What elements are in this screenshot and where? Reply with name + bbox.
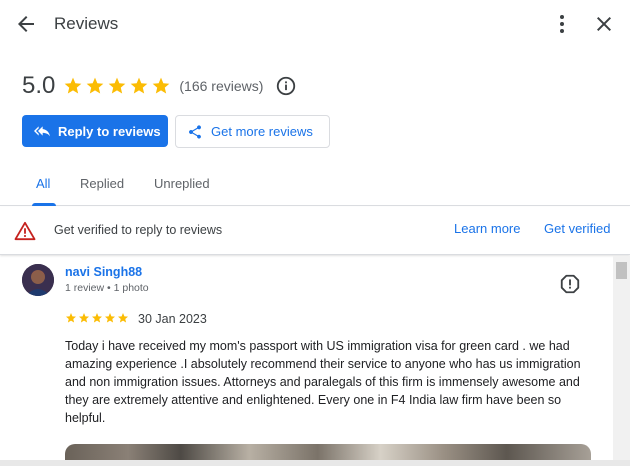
verification-banner: Get verified to reply to reviews Learn m… (0, 207, 630, 255)
reply-to-reviews-button[interactable]: Reply to reviews (22, 115, 168, 147)
star-icon (109, 77, 126, 94)
review-card: navi Singh88 1 review • 1 photo 30 Jan 2… (0, 256, 612, 466)
review-stars (65, 312, 129, 324)
reply-all-icon (34, 126, 50, 137)
get-more-reviews-button[interactable]: Get more reviews (175, 115, 330, 148)
close-icon (597, 17, 611, 31)
more-options-button[interactable] (550, 12, 574, 36)
reviewer-meta: 1 review • 1 photo (65, 282, 149, 294)
scrollbar-track[interactable] (613, 256, 630, 466)
dialog-header: Reviews (0, 0, 630, 50)
bottom-edge (0, 460, 630, 466)
share-icon (189, 124, 201, 139)
close-button[interactable] (592, 12, 616, 36)
tab-all[interactable]: All (36, 176, 50, 191)
avatar[interactable] (22, 264, 54, 296)
star-icon (79, 313, 89, 323)
report-review-button[interactable] (559, 273, 581, 295)
star-icon (131, 77, 148, 94)
rating-stars (63, 76, 171, 96)
scrollbar-thumb[interactable] (616, 262, 627, 279)
star-icon (66, 313, 76, 323)
back-button[interactable] (14, 12, 38, 36)
review-text: Today i have received my mom's passport … (65, 339, 581, 425)
rating-summary: 5.0 (166 reviews) (22, 70, 297, 102)
report-icon (560, 274, 580, 294)
review-count: (166 reviews) (179, 78, 264, 94)
get-more-reviews-label: Get more reviews (211, 124, 313, 139)
star-icon (118, 313, 128, 323)
verification-message: Get verified to reply to reviews (54, 223, 223, 237)
reviewer-photo-icon (22, 264, 54, 296)
warning-icon (14, 221, 36, 241)
review-filter-tabs: All Replied Unreplied (0, 160, 630, 206)
star-icon (105, 313, 115, 323)
reviewer-name[interactable]: navi Singh88 (65, 265, 142, 279)
page-title: Reviews (54, 14, 119, 33)
review-date: 30 Jan 2023 (138, 312, 207, 326)
star-icon (65, 77, 82, 94)
tab-replied[interactable]: Replied (80, 176, 124, 191)
active-tab-indicator (32, 203, 56, 206)
reply-to-reviews-label: Reply to reviews (58, 123, 161, 139)
rating-score: 5.0 (22, 72, 56, 99)
get-verified-link[interactable]: Get verified (544, 221, 610, 236)
learn-more-link[interactable]: Learn more (454, 221, 520, 236)
more-vert-icon (560, 15, 564, 33)
tab-unreplied[interactable]: Unreplied (154, 176, 210, 191)
star-icon (92, 313, 102, 323)
info-icon[interactable] (275, 75, 297, 97)
star-icon (153, 77, 170, 94)
arrow-back-icon (18, 16, 34, 32)
star-icon (87, 77, 104, 94)
